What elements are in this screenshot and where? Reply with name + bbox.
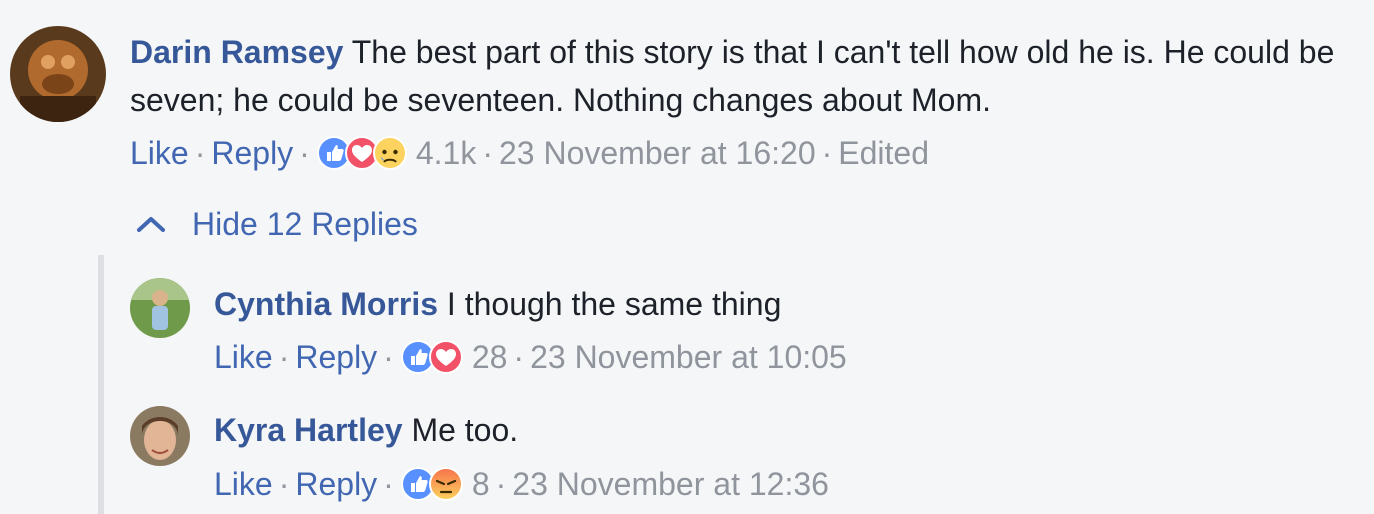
separator: · [383,466,394,502]
separator: · [383,339,394,375]
reply-text: Me too. [411,412,519,448]
love-reaction-icon [428,339,464,375]
reply-actions: Like · Reply · 8 · 23 November at 12:36 [214,464,829,504]
separator: · [821,135,833,171]
reply-link[interactable]: Reply [211,133,293,173]
avatar[interactable] [10,26,106,122]
timestamp[interactable]: 23 November at 10:05 [530,337,847,377]
reaction-count[interactable]: 28 [472,337,508,377]
edited-label[interactable]: Edited [838,133,929,173]
reply-author[interactable]: Kyra Hartley [214,412,403,448]
like-link[interactable]: Like [214,464,273,504]
timestamp[interactable]: 23 November at 16:20 [499,133,816,173]
reply-body: Cynthia Morris I though the same thing [214,280,1364,328]
reply-author[interactable]: Cynthia Morris [214,286,438,322]
timestamp[interactable]: 23 November at 12:36 [512,464,829,504]
avatar[interactable] [130,278,190,338]
reply: Kyra Hartley Me too. Like · Reply · 8 · … [0,398,1374,514]
reply-actions: Like · Reply · 28 · 23 November at 10:05 [214,337,847,377]
reply-body: Kyra Hartley Me too. [214,406,1364,454]
reply-link[interactable]: Reply [295,337,377,377]
angry-reaction-icon [428,466,464,502]
reply-link[interactable]: Reply [295,464,377,504]
reply: Cynthia Morris I though the same thing L… [0,270,1374,390]
comment-actions: Like · Reply · 4.1k · 23 November at 16:… [130,133,929,173]
separator: · [278,339,290,375]
separator: · [278,466,290,502]
reactions-summary[interactable] [316,135,408,171]
avatar[interactable] [130,406,190,466]
hide-replies-toggle[interactable]: Hide 12 Replies [136,204,418,244]
sad-reaction-icon [372,135,408,171]
reply-text: I though the same thing [446,286,782,322]
hide-replies-label: Hide 12 Replies [192,206,418,242]
reaction-count[interactable]: 8 [472,464,490,504]
reactions-summary[interactable] [400,339,464,375]
comment: Darin Ramsey The best part of this story… [0,0,1374,200]
separator: · [482,135,493,171]
separator: · [513,339,525,375]
comment-author[interactable]: Darin Ramsey [130,34,343,70]
separator: · [194,135,206,171]
separator: · [495,466,507,502]
chevron-up-icon [137,217,165,232]
like-link[interactable]: Like [130,133,189,173]
like-link[interactable]: Like [214,337,273,377]
reactions-summary[interactable] [400,466,464,502]
separator: · [299,135,310,171]
comment-body: Darin Ramsey The best part of this story… [130,28,1370,124]
reaction-count[interactable]: 4.1k [416,133,476,173]
